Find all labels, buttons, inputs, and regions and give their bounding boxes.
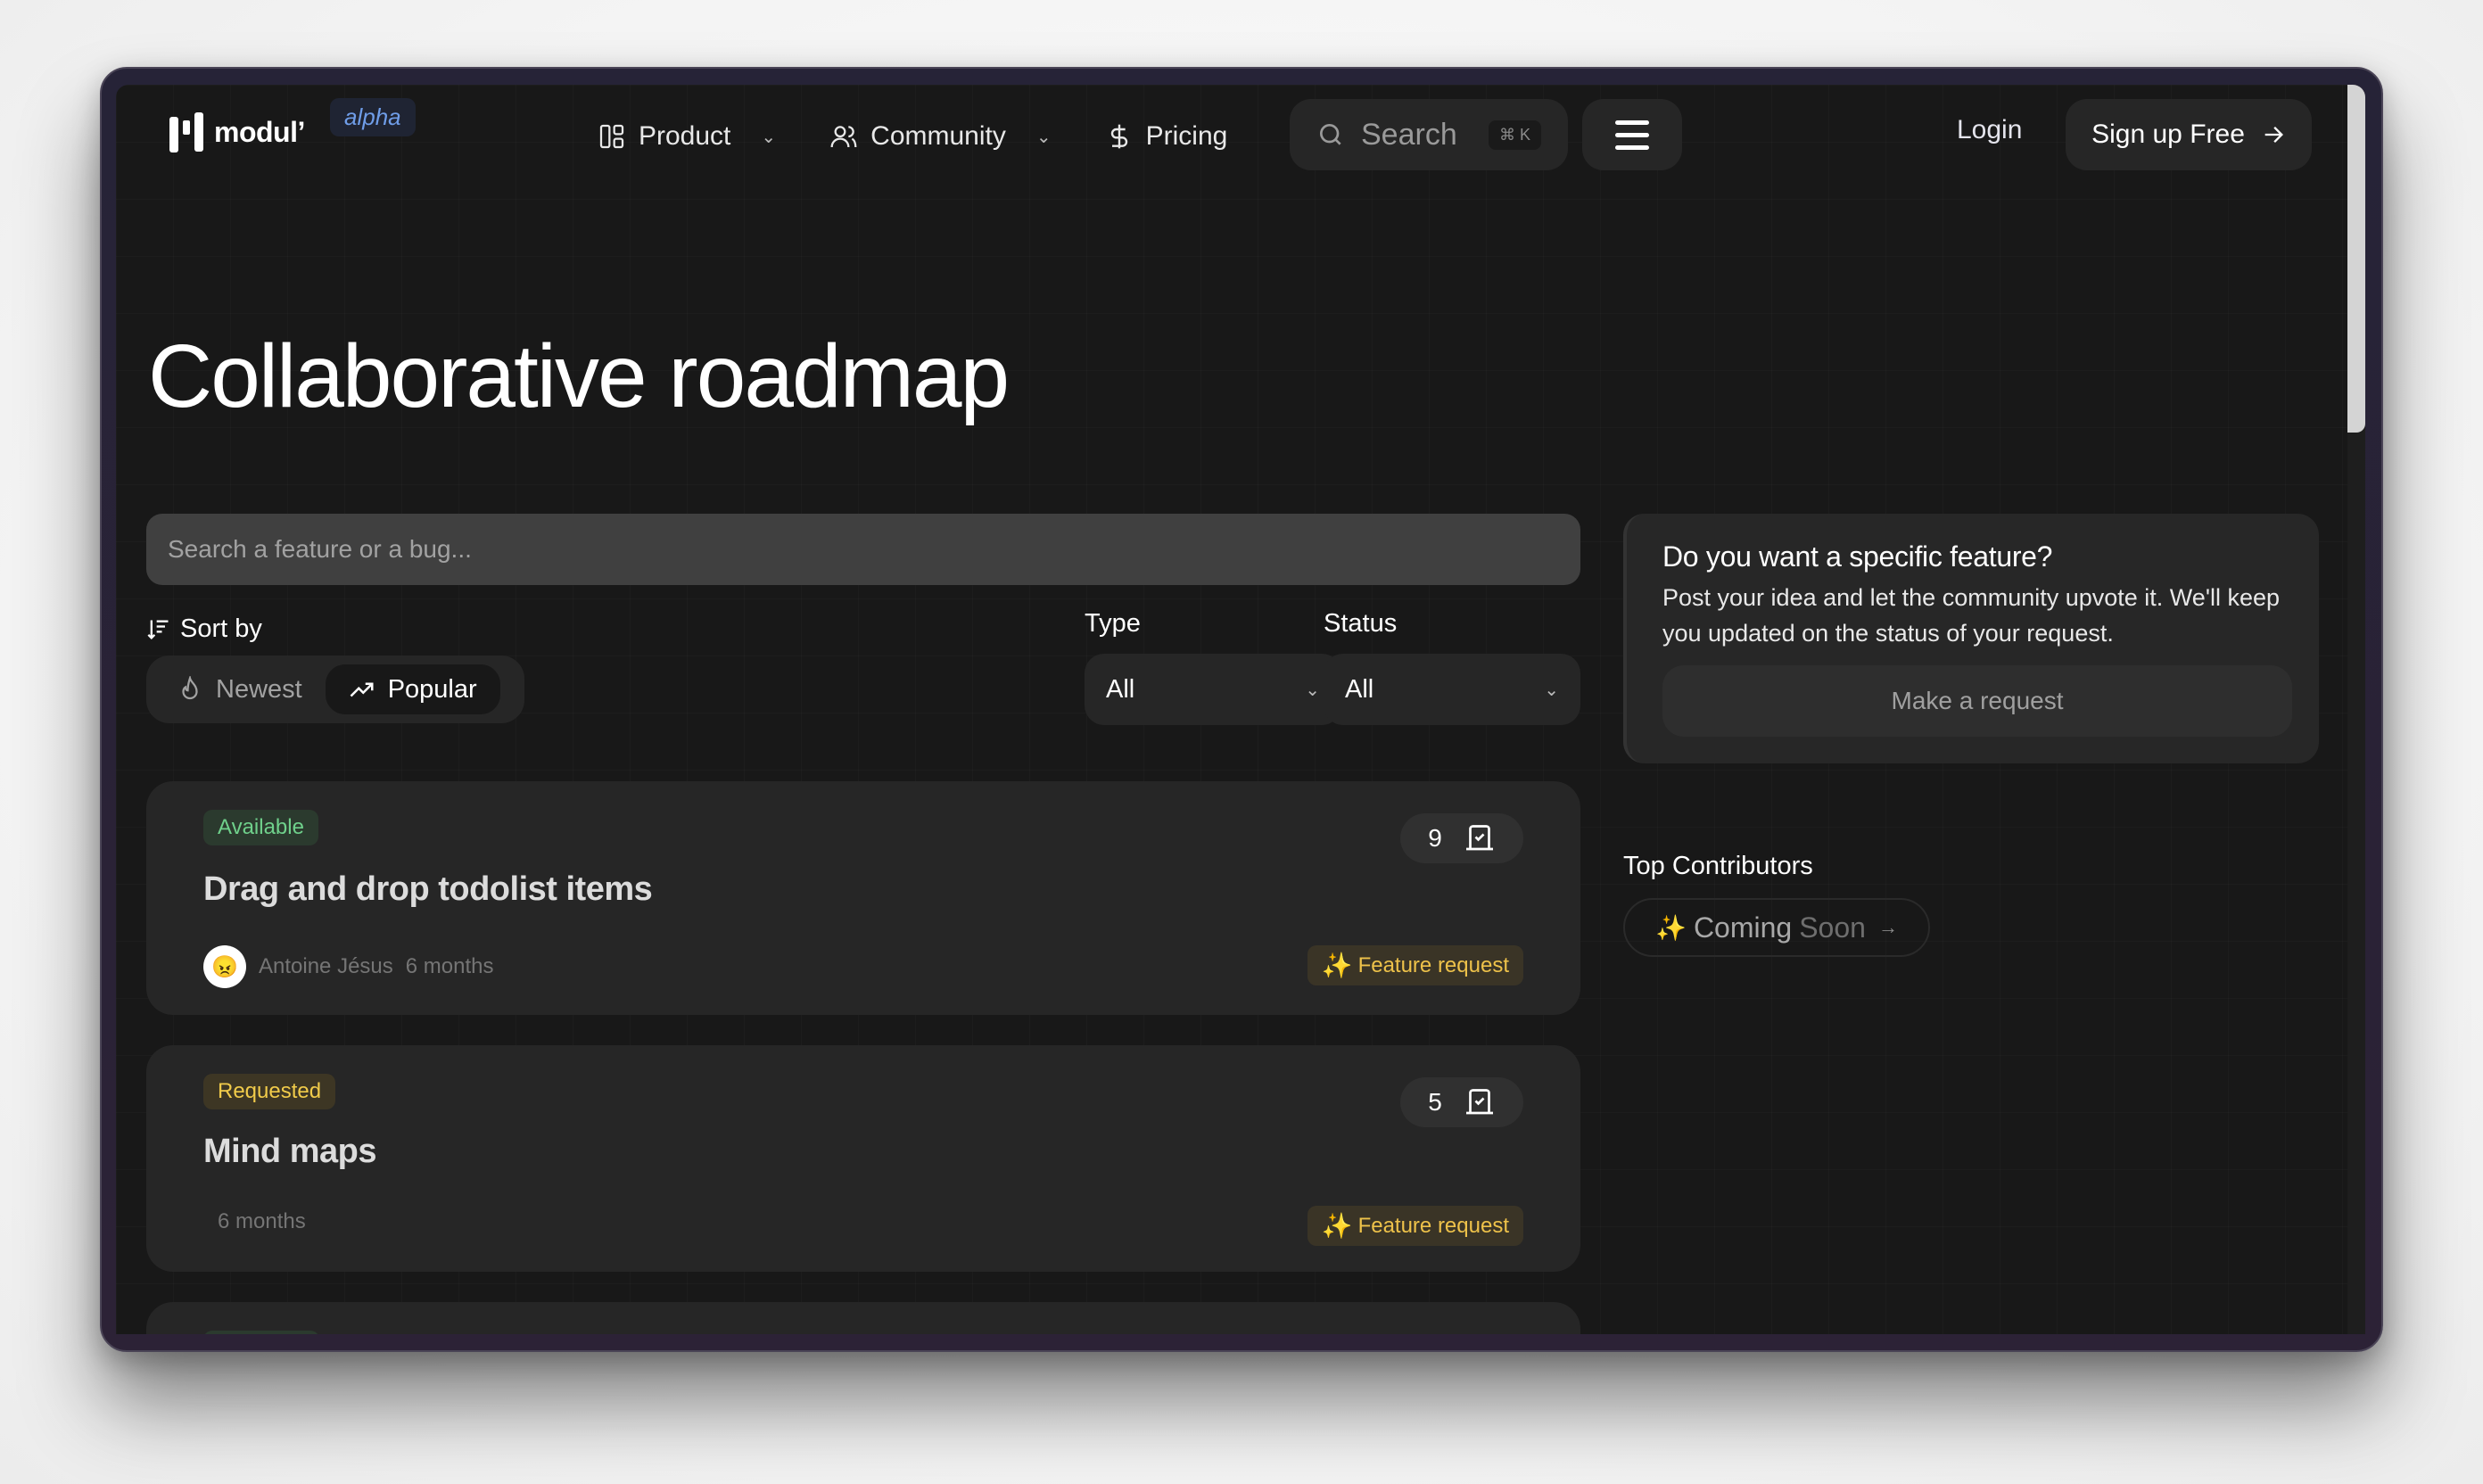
type-filter-value: All xyxy=(1106,674,1135,704)
chevron-down-icon: ⌄ xyxy=(761,127,777,147)
nav-pricing[interactable]: Pricing xyxy=(1105,121,1228,152)
sort-newest-label: Newest xyxy=(216,674,302,704)
status-badge: Available xyxy=(203,810,318,845)
feature-search-input[interactable] xyxy=(146,514,1580,585)
sort-popular[interactable]: Popular xyxy=(325,664,500,714)
sparkles-icon: ✨ xyxy=(1321,1212,1353,1240)
make-request-button[interactable]: Make a request xyxy=(1662,665,2292,737)
status-badge xyxy=(203,1331,319,1334)
sort-toggle: Newest Popular xyxy=(146,655,524,723)
arrow-right-icon xyxy=(2264,127,2283,143)
type-filter-label: Type xyxy=(1085,609,1141,638)
type-badge: ✨ Feature request xyxy=(1307,1206,1523,1246)
global-search-button[interactable]: Search ⌘ K xyxy=(1290,99,1568,170)
upvote-button[interactable]: 5 xyxy=(1400,1077,1523,1127)
avatar: 😠 xyxy=(203,945,246,988)
arrow-right-icon: → xyxy=(1877,916,1898,938)
vote-count: 9 xyxy=(1428,824,1442,852)
upvote-button[interactable]: 9 xyxy=(1400,813,1523,863)
status-filter-value: All xyxy=(1345,674,1374,704)
main-nav: Product ⌄ Community ⌄ Pricing xyxy=(598,111,1281,161)
sort-newest[interactable]: Newest xyxy=(153,664,326,714)
sort-icon xyxy=(147,620,169,639)
request-panel-description: Post your idea and let the community upv… xyxy=(1662,584,2281,647)
type-badge: ✨ Feature request xyxy=(1307,945,1523,985)
coming-soon-badge[interactable]: ✨ Coming Soon → xyxy=(1623,898,1930,957)
soon-text: Soon xyxy=(1799,911,1866,944)
roadmap-item[interactable] xyxy=(146,1302,1580,1334)
chevron-down-icon: ⌄ xyxy=(1544,680,1559,700)
item-title[interactable]: Drag and drop todolist items xyxy=(203,870,653,909)
request-panel-title: Do you want a specific feature? xyxy=(1662,540,2053,573)
feature-request-panel: Do you want a specific feature? Post you… xyxy=(1623,514,2319,763)
ballot-check-icon xyxy=(1465,825,1493,851)
chevron-down-icon: ⌄ xyxy=(1035,127,1052,147)
item-title[interactable]: Mind maps xyxy=(203,1133,376,1171)
search-icon xyxy=(1320,124,1341,145)
nav-pricing-label: Pricing xyxy=(1145,121,1228,151)
logo[interactable]: modul’ xyxy=(169,111,305,153)
type-filter-select[interactable]: All ⌄ xyxy=(1085,654,1341,725)
roadmap-item[interactable]: Available Drag and drop todolist items 😠… xyxy=(146,781,1580,1015)
sort-by-text: Sort by xyxy=(180,614,262,643)
nav-community-label: Community xyxy=(870,121,1006,151)
type-badge-label: Feature request xyxy=(1357,1213,1509,1238)
item-meta: 6 months xyxy=(218,1209,306,1234)
sparkles-icon: ✨ xyxy=(1655,913,1687,942)
login-link[interactable]: Login xyxy=(1957,115,2022,145)
logo-text: modul’ xyxy=(214,115,305,148)
hamburger-menu-button[interactable] xyxy=(1582,99,1682,170)
status-badge: Requested xyxy=(203,1074,336,1109)
flame-icon xyxy=(182,676,198,700)
item-age: 6 months xyxy=(218,1209,306,1233)
scrollbar-thumb[interactable] xyxy=(2347,85,2365,433)
roadmap-item[interactable]: Requested Mind maps 6 months 5 ✨ Feature… xyxy=(146,1045,1580,1272)
hamburger-icon xyxy=(1615,120,1649,150)
coming-text: Coming xyxy=(1693,911,1793,944)
dollar-icon xyxy=(1110,124,1127,149)
page-title: Collaborative roadmap xyxy=(148,326,1010,426)
status-filter-select[interactable]: All ⌄ xyxy=(1324,654,1580,725)
browser-viewport: modul’ alpha Product ⌄ Community ⌄ Prici… xyxy=(116,85,2365,1334)
nav-product[interactable]: Product ⌄ xyxy=(598,121,776,152)
sort-by-label: Sort by xyxy=(146,614,262,644)
item-meta: 😠 Antoine Jésus 6 months xyxy=(203,945,493,988)
status-filter-label: Status xyxy=(1324,609,1398,638)
layout-grid-icon xyxy=(599,124,624,149)
item-author: Antoine Jésus xyxy=(259,954,393,978)
sort-popular-label: Popular xyxy=(387,674,477,704)
ballot-check-icon xyxy=(1465,1089,1493,1115)
type-badge-label: Feature request xyxy=(1357,952,1509,977)
alpha-badge: alpha xyxy=(330,98,416,136)
logo-mark-icon xyxy=(169,111,203,153)
keyboard-shortcut: ⌘ K xyxy=(1488,120,1541,150)
nav-community[interactable]: Community ⌄ xyxy=(829,121,1052,152)
nav-product-label: Product xyxy=(639,121,731,151)
search-label: Search xyxy=(1361,117,1457,152)
sparkles-icon: ✨ xyxy=(1321,952,1353,979)
top-contributors-title: Top Contributors xyxy=(1623,852,1813,880)
signup-label: Sign up Free xyxy=(2091,120,2245,149)
chevron-down-icon: ⌄ xyxy=(1305,680,1320,700)
item-age: 6 months xyxy=(405,954,494,978)
signup-button[interactable]: Sign up Free xyxy=(2066,99,2312,170)
users-icon xyxy=(830,126,857,148)
vote-count: 5 xyxy=(1428,1088,1442,1116)
trending-up-icon xyxy=(350,682,374,697)
